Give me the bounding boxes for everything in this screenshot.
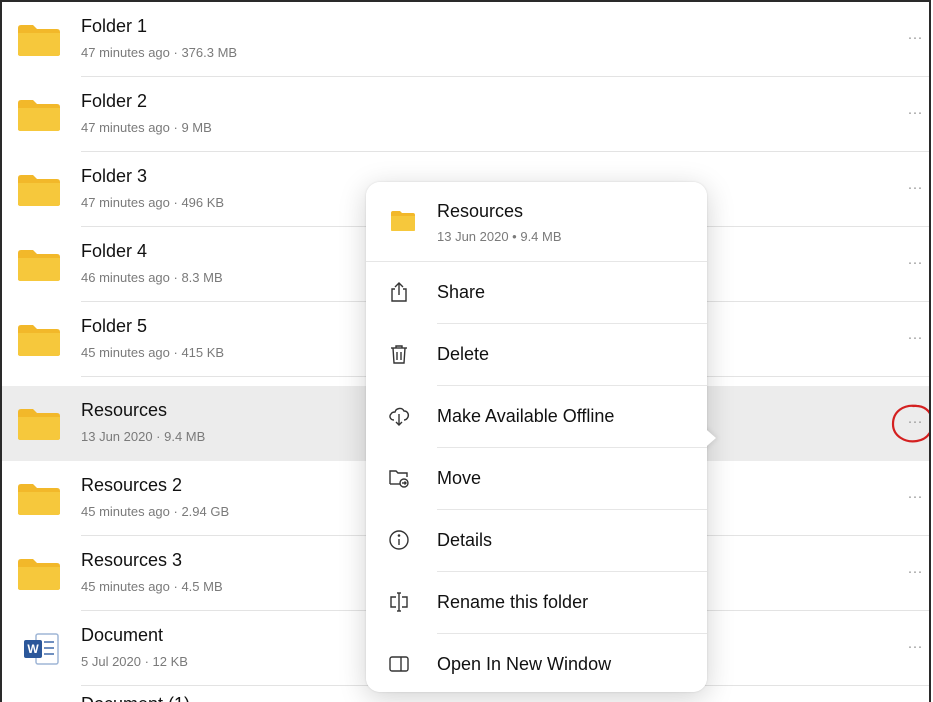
file-meta: 45 minutes ago · 415 KB [81,345,225,360]
menu-item-label: Details [437,530,493,550]
folder-icon [391,211,415,231]
svg-text:W: W [27,642,39,656]
folder-icon [18,559,60,590]
file-meta: 5 Jul 2020 · 12 KB [81,654,188,669]
file-meta: 13 Jun 2020 · 9.4 MB [81,429,206,444]
context-menu-header: Resources 13 Jun 2020 • 9.4 MB [366,182,707,262]
file-meta: 47 minutes ago · 9 MB [81,120,212,135]
file-name: Folder 5 [81,316,148,336]
more-options-button[interactable]: ··· [900,328,929,348]
menu-item-label: Rename this folder [437,592,589,612]
folder-icon [18,484,60,515]
info-icon [389,530,409,550]
file-name: Resources 3 [81,550,183,570]
menu-item-open-new-window[interactable]: Open In New Window [366,634,707,692]
menu-item-label: Delete [437,344,490,364]
file-name: Resources 2 [81,475,183,495]
file-meta: 45 minutes ago · 2.94 GB [81,504,230,519]
rename-cursor-icon [390,592,408,612]
menu-item-share[interactable]: Share [366,262,707,324]
file-meta: 47 minutes ago · 376.3 MB [81,45,238,60]
folder-icon [18,175,60,206]
annotation-circle-icon [891,404,929,443]
folder-icon [18,25,60,56]
file-meta: 47 minutes ago · 496 KB [81,195,225,210]
folder-icon [18,100,60,131]
menu-item-make-offline[interactable]: Make Available Offline [366,386,707,448]
more-options-button[interactable]: ··· [900,103,929,123]
folder-icon [18,250,60,281]
folder-icon [18,409,60,440]
menu-item-rename[interactable]: Rename this folder [366,572,707,634]
file-name: Folder 3 [81,166,148,186]
more-options-button[interactable]: ··· [900,562,929,582]
menu-item-label: Make Available Offline [437,406,615,426]
file-name: Document [81,625,164,645]
context-menu-title: Resources [437,201,524,221]
file-name-partial[interactable]: Document (1) [81,694,190,702]
file-name: Folder 2 [81,91,148,111]
menu-item-label: Share [437,282,486,302]
file-meta: 45 minutes ago · 4.5 MB [81,579,223,594]
file-name: Folder 4 [81,241,148,261]
menu-item-details[interactable]: Details [366,510,707,572]
file-name: Folder 1 [81,16,148,36]
more-options-button[interactable]: ··· [900,487,929,507]
menu-item-label: Open In New Window [437,654,612,674]
word-document-icon: W [24,633,59,665]
folder-icon [18,325,60,356]
more-options-button[interactable]: ··· [900,178,929,198]
new-window-icon [389,656,409,672]
file-row[interactable]: Folder 2 47 minutes ago · 9 MB ··· [2,77,929,152]
file-row[interactable]: Folder 1 47 minutes ago · 376.3 MB ··· [2,2,929,77]
folder-move-icon [389,470,409,488]
file-name: Resources [81,400,168,420]
more-options-button[interactable]: ··· [900,28,929,48]
menu-item-delete[interactable]: Delete [366,324,707,386]
context-menu-subtitle: 13 Jun 2020 • 9.4 MB [437,229,562,244]
context-menu: Resources 13 Jun 2020 • 9.4 MB Share Del… [366,182,707,692]
cloud-download-icon [389,407,410,426]
menu-item-move[interactable]: Move [366,448,707,510]
file-meta: 46 minutes ago · 8.3 MB [81,270,223,285]
trash-icon [391,345,407,364]
more-options-button[interactable]: ··· [900,253,929,273]
more-options-button[interactable]: ··· [900,637,929,657]
share-icon [391,282,407,302]
file-browser: Folder 1 47 minutes ago · 376.3 MB ··· F… [0,0,931,702]
menu-item-label: Move [437,468,482,488]
